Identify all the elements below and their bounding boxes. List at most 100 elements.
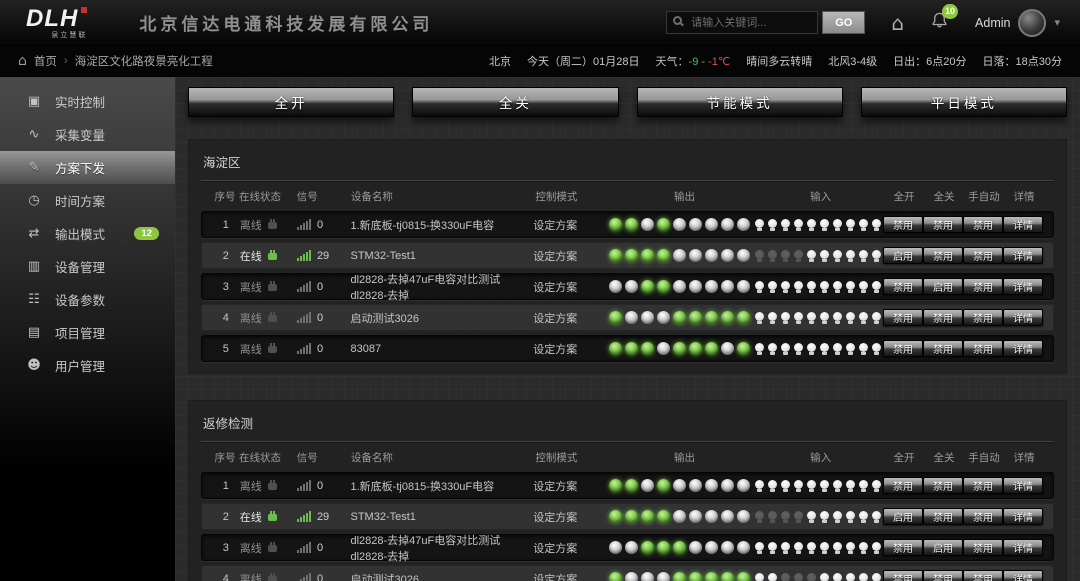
- row-button[interactable]: 启用: [883, 247, 923, 264]
- output-led: [657, 311, 670, 324]
- row-button[interactable]: 禁用: [883, 278, 923, 295]
- bulb-icon: [794, 281, 803, 290]
- row-button[interactable]: 启用: [923, 539, 963, 556]
- row-actions: 禁用禁用禁用详情: [883, 309, 1043, 326]
- row-button[interactable]: 禁用: [963, 247, 1003, 264]
- sidebar-item-user[interactable]: 用户管理: [0, 349, 175, 382]
- column-header: 详情: [1004, 189, 1044, 204]
- row-button[interactable]: 禁用: [923, 340, 963, 357]
- row-button[interactable]: 禁用: [923, 309, 963, 326]
- row-button[interactable]: 详情: [1003, 309, 1043, 326]
- input-bulbs: [753, 343, 883, 355]
- action-button[interactable]: 平日模式: [861, 87, 1067, 117]
- action-button[interactable]: 全关: [412, 87, 618, 117]
- row-button[interactable]: 详情: [1003, 278, 1043, 295]
- search-input[interactable]: [666, 11, 818, 34]
- bulb-icon: [859, 542, 868, 551]
- output-led: [689, 311, 702, 324]
- sidebar-item-list[interactable]: 项目管理: [0, 316, 175, 349]
- row-button[interactable]: 禁用: [923, 247, 963, 264]
- output-led: [721, 541, 734, 554]
- logo-subtext: 泉立慧联: [26, 32, 87, 39]
- notifications[interactable]: 10: [930, 11, 949, 35]
- bulb-icon: [833, 343, 842, 352]
- row-signal: 0: [297, 480, 351, 492]
- row-button[interactable]: 禁用: [883, 539, 923, 556]
- row-button[interactable]: 启用: [923, 278, 963, 295]
- output-led: [737, 311, 750, 324]
- row-button[interactable]: 禁用: [963, 508, 1003, 525]
- row-button[interactable]: 详情: [1003, 477, 1043, 494]
- row-button[interactable]: 禁用: [963, 309, 1003, 326]
- row-button[interactable]: 详情: [1003, 247, 1043, 264]
- bulb-icon: [820, 312, 829, 321]
- sidebar-item-device[interactable]: 设备管理: [0, 250, 175, 283]
- column-header-group: 全开全关手自动详情: [884, 450, 1044, 465]
- bulb-icon: [846, 343, 855, 352]
- notification-badge: 10: [942, 4, 958, 19]
- row-signal: 29: [297, 511, 351, 523]
- row-button[interactable]: 禁用: [963, 340, 1003, 357]
- network-icon: [26, 292, 42, 307]
- output-led: [657, 342, 670, 355]
- row-button[interactable]: 禁用: [923, 216, 963, 233]
- row-button[interactable]: 禁用: [923, 570, 963, 581]
- plug-icon: [268, 222, 277, 229]
- row-signal: 0: [297, 542, 351, 554]
- table-row: 5离线083087设定方案禁用禁用禁用详情: [201, 335, 1054, 362]
- breadcrumb-home[interactable]: 首页: [34, 53, 57, 69]
- input-bulbs: [753, 281, 883, 293]
- output-led: [641, 479, 654, 492]
- device-name: 1.新底板-tj0815-换330uF电容: [350, 217, 533, 233]
- output-led: [689, 218, 702, 231]
- sidebar-item-network[interactable]: 设备参数: [0, 283, 175, 316]
- plug-icon: [268, 576, 277, 581]
- bulb-icon: [794, 312, 803, 321]
- row-button[interactable]: 禁用: [963, 477, 1003, 494]
- bulb-icon: [807, 312, 816, 321]
- row-button[interactable]: 禁用: [883, 216, 923, 233]
- device-name: dl2828-去掉47uF电容对比测试dl2828-去掉: [350, 532, 533, 564]
- sidebar-item-swap[interactable]: 输出模式12: [0, 217, 175, 250]
- row-actions: 禁用禁用禁用详情: [883, 570, 1043, 581]
- row-button[interactable]: 详情: [1003, 340, 1043, 357]
- bulb-icon: [807, 281, 816, 290]
- user-menu[interactable]: Admin ▾: [975, 9, 1060, 37]
- weather-condition: 晴间多云转晴: [746, 53, 812, 69]
- bulb-icon: [872, 511, 881, 520]
- row-button[interactable]: 启用: [883, 508, 923, 525]
- output-led: [737, 342, 750, 355]
- bulb-icon: [846, 573, 855, 581]
- row-button[interactable]: 禁用: [923, 508, 963, 525]
- row-button[interactable]: 禁用: [963, 216, 1003, 233]
- output-led: [721, 572, 734, 581]
- row-button[interactable]: 详情: [1003, 216, 1043, 233]
- action-button[interactable]: 节能模式: [637, 87, 843, 117]
- row-button[interactable]: 详情: [1003, 539, 1043, 556]
- row-button[interactable]: 禁用: [923, 477, 963, 494]
- device-name: STM32-Test1: [350, 511, 533, 523]
- row-button[interactable]: 禁用: [883, 477, 923, 494]
- row-button[interactable]: 详情: [1003, 508, 1043, 525]
- row-button[interactable]: 详情: [1003, 570, 1043, 581]
- row-button[interactable]: 禁用: [963, 278, 1003, 295]
- sidebar-item-clock[interactable]: 时间方案: [0, 184, 175, 217]
- home-icon[interactable]: ⌂: [891, 13, 904, 33]
- temp-high: -1℃: [708, 56, 730, 68]
- action-button[interactable]: 全开: [188, 87, 394, 117]
- search-go-button[interactable]: GO: [822, 11, 865, 34]
- sidebar-item-monitor[interactable]: 实时控制: [0, 85, 175, 118]
- row-button[interactable]: 禁用: [963, 539, 1003, 556]
- panel-title: 海淀区: [201, 148, 1054, 181]
- row-button[interactable]: 禁用: [883, 309, 923, 326]
- sidebar-item-document[interactable]: 方案下发: [0, 151, 175, 184]
- control-mode: 设定方案: [533, 509, 609, 525]
- row-button[interactable]: 禁用: [883, 340, 923, 357]
- sidebar-item-pulse[interactable]: 采集变量: [0, 118, 175, 151]
- row-button[interactable]: 禁用: [963, 570, 1003, 581]
- row-button[interactable]: 禁用: [883, 570, 923, 581]
- output-leds: [609, 311, 753, 324]
- plug-icon: [268, 545, 277, 552]
- bulb-icon: [872, 281, 881, 290]
- swap-icon: [26, 226, 42, 241]
